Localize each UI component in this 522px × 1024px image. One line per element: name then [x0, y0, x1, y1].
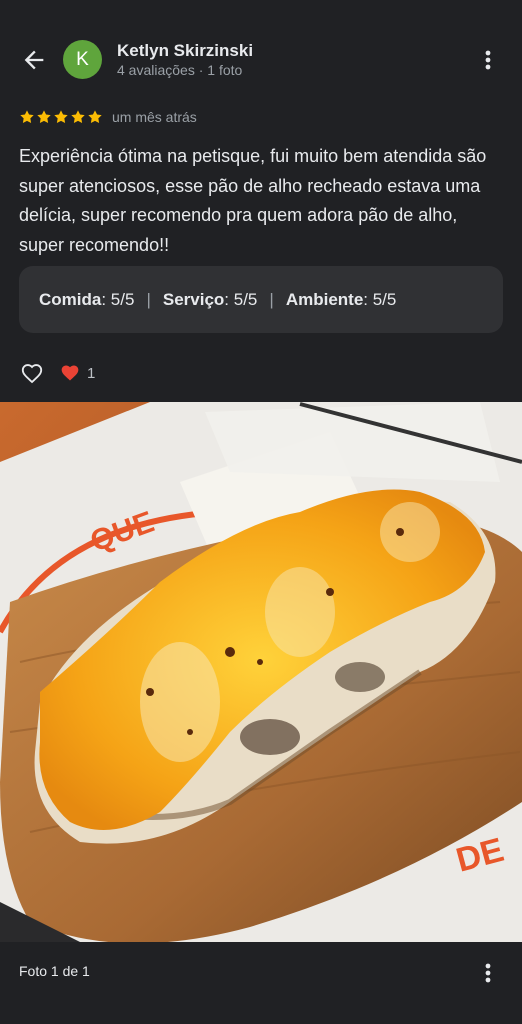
rating-service: Serviço: 5/5: [163, 290, 258, 310]
review-header: K Ketlyn Skirzinski 4 avaliações · 1 fot…: [0, 0, 522, 110]
reviewer-meta: 4 avaliações · 1 foto: [117, 62, 243, 78]
more-vert-icon[interactable]: [476, 959, 500, 987]
rating-food-value: : 5/5: [101, 289, 135, 309]
rating-service-label: Serviço: [162, 289, 225, 309]
heart-outline-icon[interactable]: [19, 360, 45, 386]
rating-divider: |: [146, 289, 151, 309]
review-text: Experiência ótima na petisque, fui muito…: [19, 146, 487, 255]
garlic-bread-photo: QUE DE: [0, 402, 522, 942]
arrow-back-icon[interactable]: [20, 46, 48, 74]
review-photo[interactable]: QUE DE: [0, 402, 522, 942]
avatar[interactable]: K: [63, 40, 102, 79]
avatar-initial: K: [76, 48, 89, 70]
rating-ambience-value: : 5/5: [363, 289, 397, 309]
red-heart-icon: [61, 365, 79, 381]
rating-row: um mês atrás: [19, 107, 197, 127]
photo-footer: Foto 1 de 1: [0, 942, 522, 1024]
star-icon: [20, 110, 34, 124]
review-actions: 1: [19, 360, 95, 386]
star-icon: [37, 110, 51, 124]
review-time: um mês atrás: [112, 109, 197, 125]
star-icon: [88, 110, 102, 124]
photo-count: Foto 1 de 1: [19, 963, 90, 979]
star-icon: [54, 110, 68, 124]
star-rating: [19, 109, 103, 125]
rating-ambience: Ambiente: 5/5: [286, 290, 397, 310]
rating-service-value: : 5/5: [224, 289, 258, 309]
reaction-count: 1: [87, 364, 96, 382]
star-icon: [71, 110, 85, 124]
rating-food-label: Comida: [39, 289, 102, 309]
rating-divider: |: [269, 289, 274, 309]
rating-food: Comida: 5/5: [39, 290, 134, 310]
attribute-ratings: Comida: 5/5 | Serviço: 5/5 | Ambiente: 5…: [19, 266, 503, 333]
reaction-button[interactable]: 1: [60, 363, 95, 383]
reviewer-name[interactable]: Ketlyn Skirzinski: [117, 41, 253, 61]
rating-ambience-label: Ambiente: [285, 289, 364, 309]
more-vert-icon[interactable]: [476, 46, 500, 74]
